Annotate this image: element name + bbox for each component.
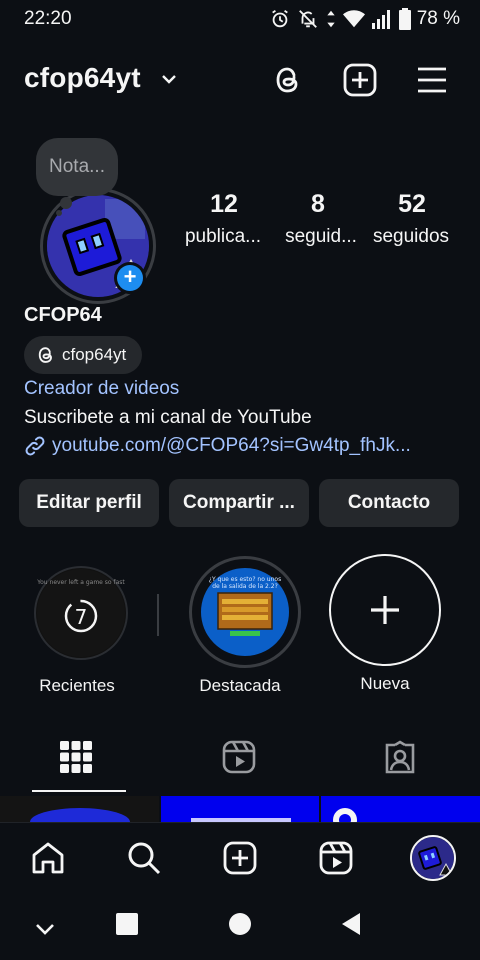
wifi-icon [342, 9, 365, 29]
status-bar: 22:20 78 % [0, 0, 480, 38]
bell-off-icon [297, 8, 319, 30]
home-icon[interactable] [28, 838, 68, 878]
note-tail-dot [56, 210, 62, 216]
link-icon [24, 435, 46, 457]
profile-link[interactable]: youtube.com/@CFOP64?si=Gw4tp_fhJk... [24, 435, 454, 457]
status-icons: 78 % [269, 8, 460, 30]
new-highlight-button[interactable] [329, 554, 441, 666]
reels-icon[interactable] [222, 740, 256, 774]
threads-handle: cfop64yt [62, 345, 127, 364]
profile-link-text: youtube.com/@CFOP64?si=Gw4tp_fhJk... [52, 435, 411, 456]
highlight-recientes[interactable]: You never left a game so fast 7 [34, 566, 128, 660]
chevron-down-icon[interactable] [160, 70, 178, 88]
alarm-icon [269, 8, 291, 30]
profile-avatar[interactable] [410, 835, 456, 881]
followers-count[interactable]: 8 [268, 190, 368, 219]
battery-icon [398, 8, 411, 30]
menu-icon[interactable] [412, 60, 452, 100]
highlight-label-nueva: Nueva [360, 674, 410, 693]
threads-icon[interactable] [268, 60, 308, 100]
signal-icon [371, 9, 393, 29]
profile-category: Creador de videos [24, 378, 180, 399]
post-thumbnail[interactable] [161, 796, 319, 822]
account-username[interactable]: cfop64yt [24, 62, 141, 94]
active-tab-indicator [32, 790, 126, 792]
followers-label[interactable]: seguid... [276, 226, 366, 248]
recientes-badge: 7 [75, 605, 88, 629]
status-time: 22:20 [24, 8, 72, 29]
threads-icon [36, 345, 56, 365]
chevron-down-icon[interactable] [34, 918, 56, 940]
recents-button[interactable] [116, 913, 138, 935]
back-button[interactable] [340, 912, 362, 936]
grid-icon[interactable] [59, 740, 93, 774]
contact-button[interactable]: Contacto [319, 479, 459, 527]
share-profile-button[interactable]: Compartir ... [169, 479, 309, 527]
profile-bio: Suscribete a mi canal de YouTube [24, 407, 312, 428]
home-button[interactable] [229, 913, 251, 935]
display-name: CFOP64 [24, 304, 102, 326]
create-icon[interactable] [340, 60, 380, 100]
posts-count[interactable]: 12 [174, 190, 274, 219]
svg-text:de la salida de la 2.2?: de la salida de la 2.2? [212, 583, 278, 590]
highlight-label-destacada: Destacada [199, 676, 281, 695]
highlight-divider [157, 594, 159, 636]
following-count[interactable]: 52 [362, 190, 462, 219]
svg-text:¿Y que es esto? no unos: ¿Y que es esto? no unos [209, 576, 281, 583]
add-story-badge[interactable]: + [114, 262, 146, 294]
plus-icon [371, 596, 399, 624]
reels-icon[interactable] [316, 838, 356, 878]
note-bubble[interactable]: Nota... [36, 138, 118, 196]
post-thumbnail[interactable] [321, 796, 480, 822]
create-icon[interactable] [220, 838, 260, 878]
tagged-icon[interactable] [383, 740, 417, 774]
following-label[interactable]: seguidos [366, 226, 456, 248]
note-tail [60, 197, 72, 209]
posts-label[interactable]: publica... [178, 226, 268, 248]
plus-icon: + [117, 265, 143, 291]
post-thumbnail[interactable] [0, 796, 159, 822]
data-arrows-icon [325, 8, 337, 30]
search-icon[interactable] [124, 838, 164, 878]
highlight-destacada[interactable]: ¿Y que es esto? no unos de la salida de … [189, 556, 301, 668]
threads-badge[interactable]: cfop64yt [24, 336, 143, 374]
battery-percent: 78 % [416, 8, 460, 29]
highlight-label-recientes: Recientes [39, 676, 115, 695]
svg-text:You never left a game so fast: You never left a game so fast [36, 579, 125, 586]
edit-profile-button[interactable]: Editar perfil [19, 479, 159, 527]
